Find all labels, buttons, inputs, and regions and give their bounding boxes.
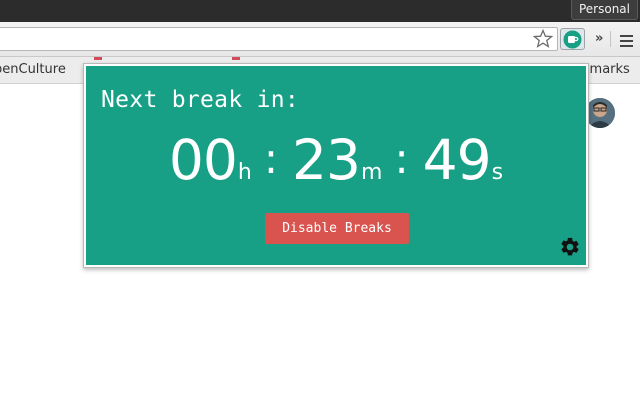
timer-minutes: 23 <box>292 128 361 192</box>
timer-separator: : <box>394 134 409 183</box>
avatar[interactable] <box>585 98 615 128</box>
countdown-timer: 00h:23m:49s <box>86 130 586 190</box>
timer-hours-unit: h <box>237 160 252 185</box>
star-icon[interactable] <box>533 29 553 49</box>
timer-seconds-unit: s <box>491 160 504 185</box>
coffee-cup-icon <box>563 30 582 49</box>
address-bar[interactable] <box>0 27 558 51</box>
gear-icon[interactable] <box>559 236 581 258</box>
profile-button[interactable]: Personal <box>570 0 638 20</box>
timer-seconds: 49 <box>422 128 492 192</box>
bookmark-favicon-fragment <box>232 57 240 60</box>
extension-button[interactable] <box>560 28 585 50</box>
break-timer-popup: Next break in: 00h:23m:49s Disable Break… <box>83 63 589 268</box>
browser-title-bar: Personal <box>0 0 640 22</box>
timer-separator: : <box>263 134 279 183</box>
timer-minutes-unit: m <box>361 160 383 185</box>
popup-content: Next break in: 00h:23m:49s Disable Break… <box>86 66 586 265</box>
timer-hours: 00 <box>168 128 238 192</box>
bookmark-favicon-fragment <box>94 57 102 60</box>
other-bookmarks[interactable]: kmarks <box>582 61 630 79</box>
toolbar-divider <box>610 31 611 47</box>
chevron-double-right-icon[interactable]: » <box>595 31 603 46</box>
bookmark-item[interactable]: penCulture <box>0 61 66 79</box>
browser-toolbar: » <box>0 22 640 57</box>
disable-breaks-button[interactable]: Disable Breaks <box>265 213 409 244</box>
hamburger-menu-icon[interactable] <box>620 35 633 50</box>
popup-heading: Next break in: <box>101 87 300 113</box>
